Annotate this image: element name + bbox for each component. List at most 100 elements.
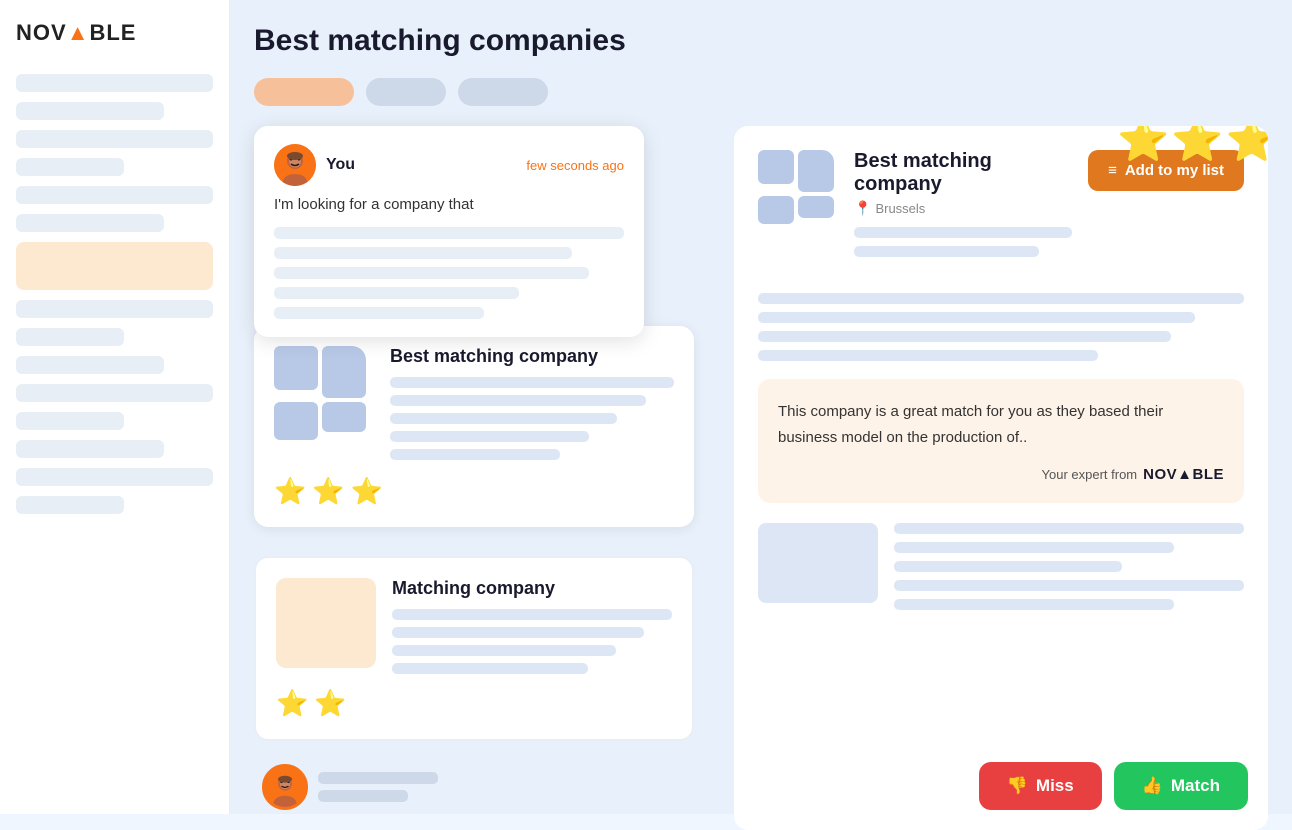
sidebar-item[interactable] <box>16 74 213 92</box>
app-logo: NOV▲BLE <box>16 20 213 46</box>
location-pin-icon: 📍 <box>854 200 871 217</box>
right-company-info: Best matching company 📍 Brussels <box>854 150 1072 275</box>
filter-gray-2[interactable] <box>458 78 548 106</box>
right-star-3: ⭐ <box>1226 126 1268 165</box>
matching-star-1: ⭐ <box>276 688 308 719</box>
matching-stars: ⭐ ⭐ <box>276 688 672 719</box>
matching-text: Matching company <box>392 578 672 674</box>
miss-button[interactable]: 👎 Miss <box>979 762 1102 810</box>
chat-skeleton <box>274 227 624 319</box>
sidebar-item[interactable] <box>16 214 164 232</box>
content-columns: You few seconds ago I'm looking for a co… <box>254 126 1268 830</box>
list-icon: ≡ <box>1108 162 1117 179</box>
logo-block-br <box>322 402 366 432</box>
matching-logo <box>276 578 376 668</box>
match-button[interactable]: 👍 Match <box>1114 762 1248 810</box>
match-label: Match <box>1171 776 1220 796</box>
page-title: Best matching companies <box>254 24 1268 58</box>
card-content: Best matching company <box>274 346 674 460</box>
matching-content: Matching company <box>276 578 672 674</box>
right-bottom-section <box>758 523 1244 610</box>
match-description-box: This company is a great match for you as… <box>758 379 1244 503</box>
r-logo-block-bl <box>758 196 794 224</box>
sidebar-item[interactable] <box>16 412 124 430</box>
sidebar-item[interactable] <box>16 130 213 148</box>
chat-skel-2 <box>274 247 572 259</box>
r-logo-block-br <box>798 196 834 218</box>
right-header: Best matching company 📍 Brussels ≡ Add t… <box>758 150 1244 275</box>
sidebar-menu <box>16 74 213 514</box>
thumbs-up-icon: 👍 <box>1142 776 1163 796</box>
company-location: 📍 Brussels <box>854 200 1072 217</box>
sidebar-item[interactable] <box>16 158 124 176</box>
matching-skeleton <box>392 609 672 674</box>
right-star-2: ⭐ <box>1171 126 1223 165</box>
chat-time: few seconds ago <box>526 158 624 173</box>
matching-star-2: ⭐ <box>314 688 346 719</box>
filter-gray-1[interactable] <box>366 78 446 106</box>
chat-skel-3 <box>274 267 589 279</box>
chat-bubble: You few seconds ago I'm looking for a co… <box>254 126 644 337</box>
sidebar-item[interactable] <box>16 102 164 120</box>
right-panel: ⭐ ⭐ ⭐ Best matching company 📍 Brussels <box>734 126 1268 830</box>
company-logo <box>274 346 374 436</box>
logo-block-tl <box>274 346 318 390</box>
novable-brand-logo: NOV▲BLE <box>1143 466 1224 483</box>
sidebar-item[interactable] <box>16 356 164 374</box>
sidebar: NOV▲BLE <box>0 0 230 814</box>
bottom-user-bar <box>262 764 438 810</box>
action-buttons: 👎 Miss 👍 Match <box>979 762 1248 810</box>
user-avatar <box>274 144 316 186</box>
miss-label: Miss <box>1036 776 1074 796</box>
star-1: ⭐ <box>274 476 306 507</box>
chat-skel-5 <box>274 307 484 319</box>
right-stars: ⭐ ⭐ ⭐ <box>1117 126 1268 165</box>
chat-skel-4 <box>274 287 519 299</box>
main-content: Best matching companies <box>230 0 1292 814</box>
card-company-name: Best matching company <box>390 346 674 367</box>
bu-role-skel <box>318 790 408 802</box>
right-company-logo <box>758 150 838 220</box>
bottom-user-avatar <box>262 764 308 810</box>
match-description-text: This company is a great match for you as… <box>778 399 1224 450</box>
star-3: ⭐ <box>351 476 383 507</box>
chat-skel-1 <box>274 227 624 239</box>
card-text: Best matching company <box>390 346 674 460</box>
r-logo-block-tr <box>798 150 834 192</box>
sidebar-item[interactable] <box>16 328 124 346</box>
right-detail-skeleton <box>758 293 1244 361</box>
matching-card[interactable]: Matching company ⭐ ⭐ <box>254 556 694 741</box>
sidebar-item[interactable] <box>16 384 213 402</box>
bottom-user-info <box>318 772 438 802</box>
left-column: You few seconds ago I'm looking for a co… <box>254 126 714 830</box>
chat-header: You few seconds ago <box>274 144 624 186</box>
logo-block-tr <box>322 346 366 398</box>
chat-user: You <box>274 144 355 186</box>
matching-company-name: Matching company <box>392 578 672 599</box>
thumbs-down-icon: 👎 <box>1007 776 1028 796</box>
right-bottom-skeletons <box>894 523 1244 610</box>
star-2: ⭐ <box>312 476 344 507</box>
chat-message: I'm looking for a company that <box>274 196 624 213</box>
right-star-1: ⭐ <box>1117 126 1169 165</box>
card-skeleton <box>390 377 674 460</box>
sidebar-item[interactable] <box>16 300 213 318</box>
card-stars: ⭐ ⭐ ⭐ <box>274 476 674 507</box>
bu-name-skel <box>318 772 438 784</box>
logo-block-bl <box>274 402 318 440</box>
filter-orange[interactable] <box>254 78 354 106</box>
sidebar-item[interactable] <box>16 440 164 458</box>
filter-bar <box>254 78 1268 106</box>
right-company-name: Best matching company <box>854 150 1072 196</box>
sidebar-item[interactable] <box>16 186 213 204</box>
r-logo-block-tl <box>758 150 794 184</box>
chat-username: You <box>326 156 355 174</box>
sidebar-item[interactable] <box>16 468 213 486</box>
sidebar-cta[interactable] <box>16 242 213 290</box>
right-bottom-image <box>758 523 878 603</box>
right-info-skeleton <box>854 227 1072 257</box>
expert-attribution: Your expert from NOV▲BLE <box>778 466 1224 483</box>
expert-prefix: Your expert from <box>1042 467 1138 482</box>
best-matching-card[interactable]: Best matching company ⭐ ⭐ ⭐ <box>254 326 694 527</box>
sidebar-item[interactable] <box>16 496 124 514</box>
